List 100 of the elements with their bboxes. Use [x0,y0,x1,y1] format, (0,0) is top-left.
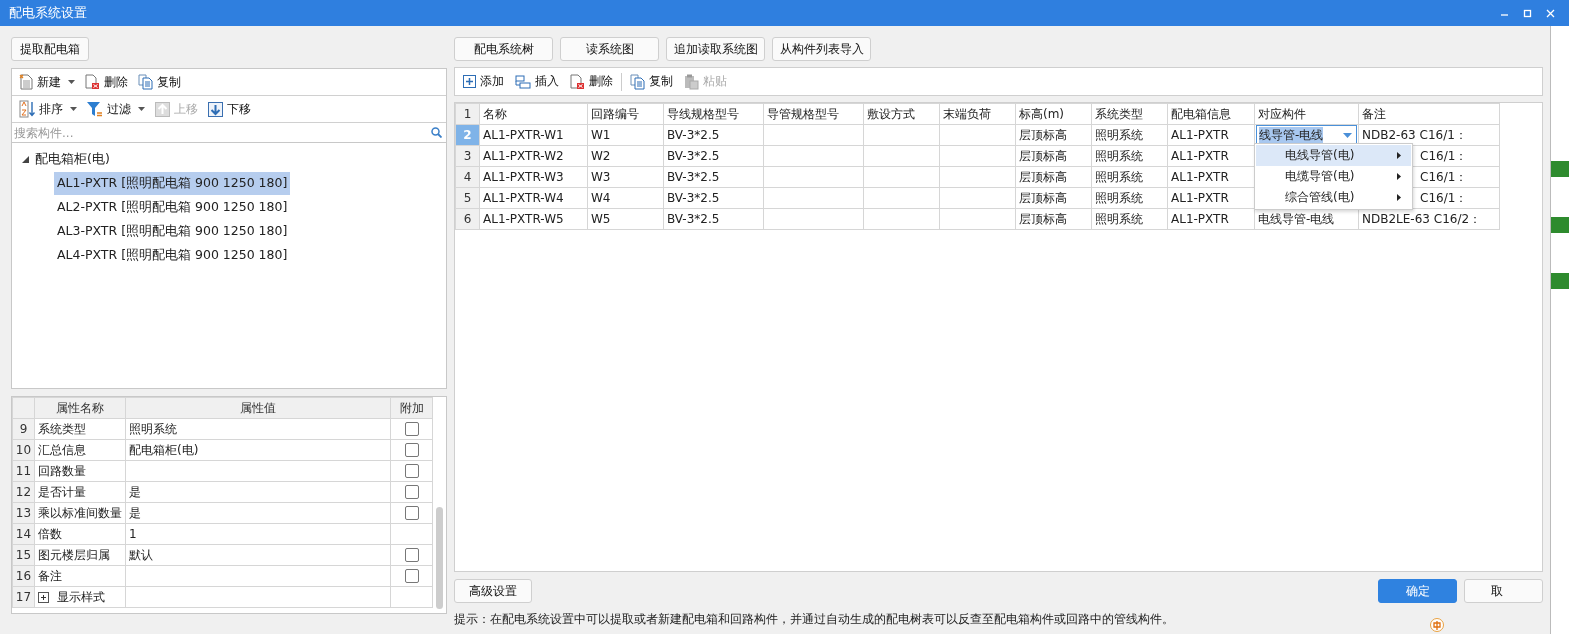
search-icon [431,127,442,138]
row-number: 10 [15,443,32,457]
menu-item[interactable]: 电缆导管(电) [1256,166,1411,187]
table-cell: 电线导管-电线 [1258,211,1335,226]
property-value: 配电箱柜(电) [129,442,199,457]
column-header: 系统类型 [1095,106,1143,121]
row-number: 1 [463,107,472,121]
property-name: 回路数量 [38,463,86,478]
table-cell: W5 [591,212,611,226]
checkbox[interactable] [404,443,419,457]
window-title: 配电系统设置 [9,4,88,22]
checkbox[interactable] [404,548,419,562]
sort-icon [19,100,35,118]
delete-tool-button[interactable]: 删除 [565,69,618,94]
property-name: 图元楼层归属 [38,547,110,562]
copy-document-icon [630,73,645,90]
maximize-icon[interactable] [1523,8,1532,18]
table-cell: AL1-PXTR-W3 [483,170,564,184]
row-number: 14 [15,527,32,541]
submenu-arrow-icon [1397,152,1401,159]
filter-tool-button[interactable]: 过滤 [82,97,150,121]
ok-button[interactable]: 确定 [1378,579,1457,603]
copy-tool-button[interactable]: 复制 [625,69,678,94]
search-field[interactable]: 搜索构件... [14,125,431,140]
property-name: 系统类型 [38,421,86,436]
table-cell: 层顶标高 [1019,190,1067,205]
row-number: 13 [15,506,32,520]
table-cell: AL1-PXTR-W2 [483,149,564,163]
column-header: 属性值 [240,400,276,415]
row-number: 16 [15,569,32,583]
extract-box-button[interactable]: 提取配电箱 [11,37,89,61]
tree-item[interactable]: 配电箱柜(电) [33,148,112,170]
action-button[interactable]: 从构件列表导入 [772,37,871,61]
delete-document-icon [85,74,100,90]
delete-tool-button[interactable]: 删除 [80,70,133,94]
table-cell: NDB2-63 C16/1： [1362,127,1467,142]
input-method-icon [1430,618,1444,632]
advanced-settings-button[interactable]: 高级设置 [454,579,532,603]
checkbox[interactable] [404,422,419,436]
tree-item[interactable]: AL1-PXTR [照明配电箱 900 1250 180] [54,171,291,195]
table-cell: 照明系统 [1095,169,1143,184]
copy-tool-button[interactable]: 复制 [133,70,186,94]
checkbox[interactable] [404,464,419,478]
cancel-button[interactable]: 取 [1464,579,1543,603]
checkbox[interactable] [404,485,419,499]
tree-item[interactable]: AL2-PXTR [照明配电箱 900 1250 180] [54,195,291,219]
row-number: 17 [15,590,32,604]
table-cell: C16/1： [1420,148,1468,163]
checkbox[interactable] [404,569,419,583]
column-header: 标高(m) [1019,106,1065,121]
row-number: 11 [15,464,32,478]
table-cell: W4 [591,191,611,205]
menu-item[interactable]: 综合管线(电) [1256,187,1411,208]
table-cell: W3 [591,170,611,184]
table-cell: 照明系统 [1095,211,1143,226]
move-up-icon [155,101,170,117]
property-name: 乘以标准间数量 [38,505,122,520]
add-tool-button[interactable]: 添加 [458,69,509,94]
table-cell: AL1-PXTR [1171,149,1229,163]
submenu-arrow-icon [1397,194,1401,201]
property-value: 1 [129,527,137,541]
column-header: 导线规格型号 [667,106,739,121]
table-cell: C16/1： [1420,190,1468,205]
property-value: 默认 [129,547,153,562]
insert-tool-button[interactable]: 插入 [510,69,564,94]
row-number: 12 [15,485,32,499]
hint-text: 提示：在配电系统设置中可以提取或者新建配电箱和回路构件，并通过自动生成的配电树表可以反查至配电箱构件或回路中的管线构件。 [454,612,1174,627]
table-cell: 层顶标高 [1019,169,1067,184]
expanded-triangle-icon[interactable] [22,155,29,163]
new-tool-button[interactable]: 新建 [14,70,80,94]
table-cell: BV-3*2.5 [667,128,720,142]
sort-tool-button[interactable]: 排序 [14,97,82,121]
tree-item[interactable]: AL4-PXTR [照明配电箱 900 1250 180] [54,243,291,267]
filter-icon [87,101,103,117]
action-button[interactable]: 读系统图 [560,37,659,61]
menu-item[interactable]: 电线导管(电) [1256,145,1411,166]
table-cell: AL1-PXTR-W1 [483,128,564,142]
column-header: 名称 [483,106,507,121]
row-number: 15 [15,548,32,562]
table-cell: 层顶标高 [1019,148,1067,163]
property-name: 汇总信息 [38,442,86,457]
table-cell: 照明系统 [1095,190,1143,205]
table-cell: BV-3*2.5 [667,191,720,205]
copy-document-icon [138,74,153,90]
property-value: 是 [129,505,141,520]
scrollbar-thumb[interactable] [436,507,443,609]
table-cell: AL1-PXTR [1171,191,1229,205]
table-cell: 照明系统 [1095,148,1143,163]
table-cell: AL1-PXTR [1171,170,1229,184]
action-button[interactable]: 配电系统树 [454,37,553,61]
action-button[interactable]: 追加读取系统图 [666,37,765,61]
expand-icon[interactable] [38,591,49,603]
move-down-icon [208,101,223,117]
down-tool-button[interactable]: 下移 [203,97,256,121]
tree-item[interactable]: AL3-PXTR [照明配电箱 900 1250 180] [54,219,291,243]
table-cell: BV-3*2.5 [667,212,720,226]
checkbox[interactable] [404,506,419,520]
close-icon[interactable] [1546,8,1555,18]
table-cell: BV-3*2.5 [667,149,720,163]
column-header: 末端负荷 [943,106,991,121]
